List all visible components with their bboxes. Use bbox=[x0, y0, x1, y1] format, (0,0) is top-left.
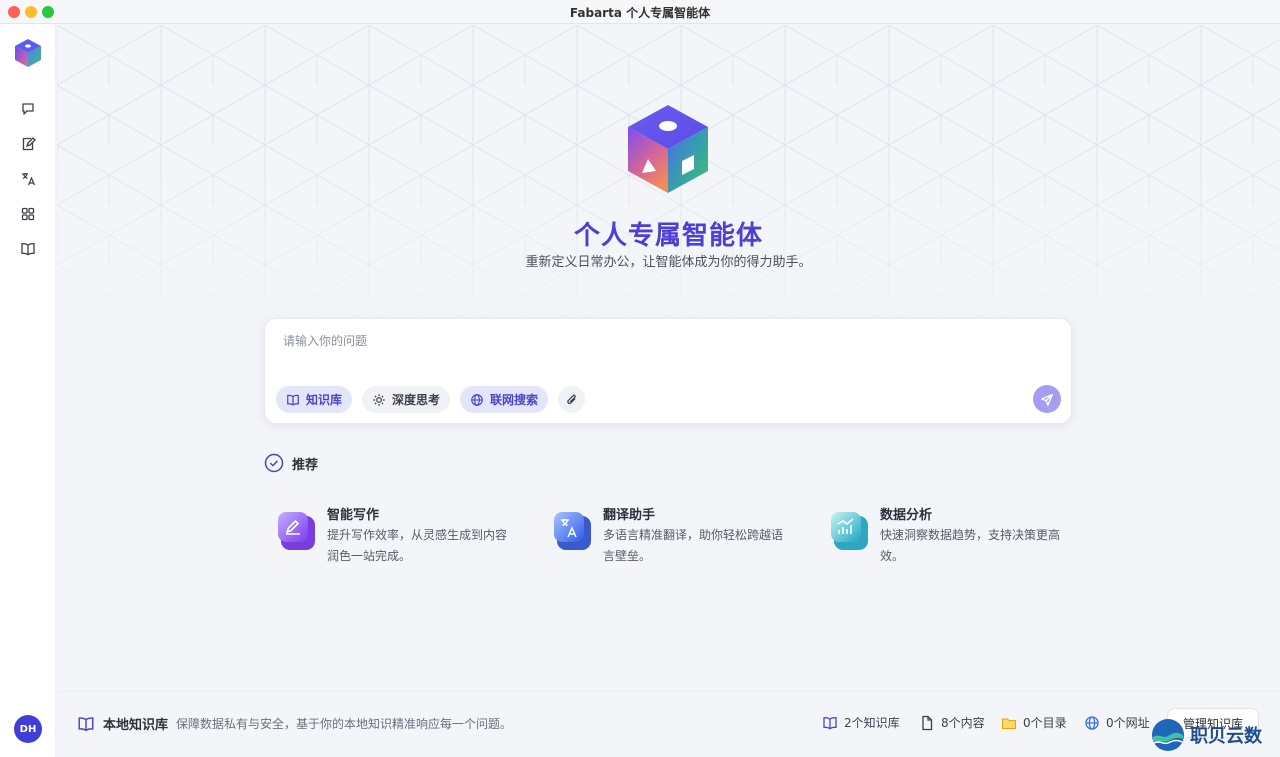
card-desc: 快速洞察数据趋势，支持决策更高效。 bbox=[880, 528, 1061, 563]
stat-urls: 0个网址 bbox=[1084, 714, 1150, 731]
knowledge-base-label: 知识库 bbox=[306, 393, 343, 407]
paperclip-icon bbox=[566, 394, 576, 404]
sidebar-item-knowledge[interactable] bbox=[16, 237, 40, 261]
hero-cube-logo bbox=[628, 105, 708, 193]
user-avatar[interactable]: DH bbox=[14, 715, 42, 743]
web-search-label: 联网搜索 bbox=[490, 393, 539, 407]
attach-button[interactable] bbox=[558, 386, 585, 413]
deep-think-toggle[interactable]: 深度思考 bbox=[362, 386, 451, 413]
gear-icon bbox=[373, 393, 385, 406]
main-content: 个人专属智能体 重新定义日常办公，让智能体成为你的得力助手。 知识库 深度思考 … bbox=[57, 25, 1280, 691]
knowledge-info: 本地知识库 保障数据私有与安全，基于你的本地知识精准响应每一个问题。 bbox=[77, 714, 512, 733]
send-button[interactable] bbox=[1033, 385, 1061, 413]
card-title: 智能写作 bbox=[327, 508, 380, 523]
card-title: 翻译助手 bbox=[603, 508, 656, 523]
watermark-text: 职贝云数 bbox=[1190, 726, 1262, 747]
recommend-heading: 推荐 bbox=[264, 453, 318, 473]
book-icon bbox=[823, 716, 837, 729]
knowledge-title: 本地知识库 bbox=[103, 718, 169, 733]
folder-icon bbox=[1001, 717, 1017, 729]
window-titlebar: Fabarta 个人专属智能体 bbox=[0, 0, 1280, 24]
knowledge-desc: 保障数据私有与安全，基于你的本地知识精准响应每一个问题。 bbox=[176, 717, 513, 731]
sidebar: DH bbox=[0, 24, 56, 757]
page-subtitle: 重新定义日常办公，让智能体成为你的得力助手。 bbox=[525, 255, 812, 270]
watermark-logo-icon bbox=[1152, 719, 1184, 751]
stat-knowledge-bases: 2个知识库 bbox=[822, 714, 900, 731]
stat-contents: 8个内容 bbox=[919, 714, 985, 731]
knowledge-footer: 本地知识库 保障数据私有与安全，基于你的本地知识精准响应每一个问题。 2个知识库… bbox=[57, 691, 1280, 757]
chat-icon bbox=[22, 103, 34, 115]
recommend-card-translate[interactable]: 翻译助手 多语言精准翻译，助你轻松跨越语言壁垒。 bbox=[553, 502, 793, 572]
card-desc: 多语言精准翻译，助你轻松跨越语言壁垒。 bbox=[603, 528, 784, 563]
app-logo-icon[interactable] bbox=[14, 38, 42, 68]
page-title: 个人专属智能体 bbox=[573, 221, 763, 251]
apps-icon bbox=[21, 207, 35, 221]
translate-app-icon bbox=[554, 512, 591, 550]
edit-icon bbox=[22, 137, 36, 151]
knowledge-base-toggle[interactable]: 知识库 bbox=[276, 386, 353, 413]
globe-icon bbox=[1085, 715, 1099, 730]
book-icon bbox=[21, 243, 35, 256]
web-search-toggle[interactable]: 联网搜索 bbox=[460, 386, 549, 413]
send-icon bbox=[1041, 393, 1053, 406]
watermark: 职贝云数 bbox=[1150, 713, 1280, 757]
sidebar-item-chat[interactable] bbox=[16, 97, 40, 121]
recommend-card-data[interactable]: 数据分析 快速洞察数据趋势，支持决策更高效。 bbox=[830, 502, 1070, 572]
globe-icon bbox=[471, 393, 483, 406]
stat-label: 8个内容 bbox=[941, 716, 985, 730]
book-icon bbox=[287, 394, 299, 406]
chart-app-icon bbox=[831, 512, 868, 550]
stat-directories: 0个目录 bbox=[1001, 714, 1067, 731]
book-icon bbox=[78, 716, 94, 731]
question-input[interactable] bbox=[283, 331, 1043, 351]
card-desc: 提升写作效率，从灵感生成到内容润色一站完成。 bbox=[327, 528, 508, 563]
file-icon bbox=[922, 715, 933, 730]
write-app-icon bbox=[278, 512, 315, 550]
stat-label: 0个网址 bbox=[1106, 716, 1150, 730]
card-title: 数据分析 bbox=[880, 508, 933, 523]
translate-icon bbox=[22, 173, 36, 186]
sidebar-item-apps[interactable] bbox=[16, 202, 40, 226]
deep-think-label: 深度思考 bbox=[392, 393, 441, 407]
stat-label: 0个目录 bbox=[1023, 716, 1067, 730]
check-badge-icon bbox=[264, 453, 284, 473]
window-title: Fabarta 个人专属智能体 bbox=[569, 6, 711, 20]
chat-box: 知识库 深度思考 联网搜索 bbox=[264, 318, 1072, 424]
sidebar-item-write[interactable] bbox=[16, 132, 40, 156]
recommend-card-writing[interactable]: 智能写作 提升写作效率，从灵感生成到内容润色一站完成。 bbox=[277, 502, 517, 572]
stat-label: 2个知识库 bbox=[844, 716, 900, 730]
sidebar-item-translate[interactable] bbox=[16, 167, 40, 191]
recommend-label: 推荐 bbox=[292, 457, 319, 473]
